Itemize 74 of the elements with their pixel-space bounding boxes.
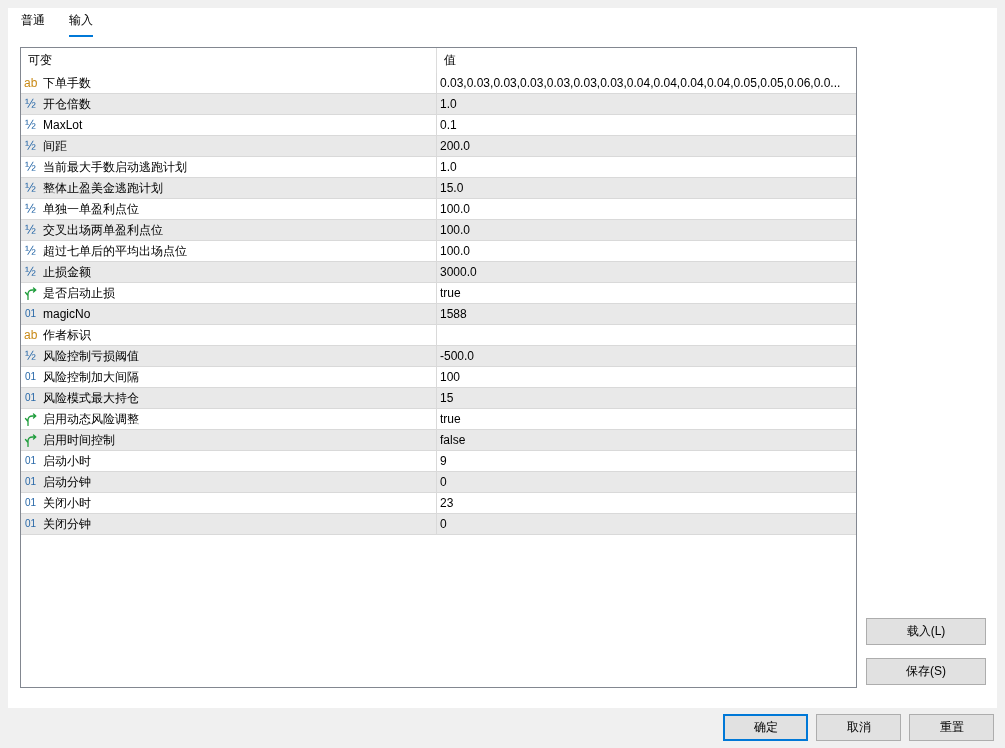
type-icon: ½ bbox=[24, 181, 37, 195]
param-value[interactable]: 200.0 bbox=[440, 139, 471, 153]
param-value[interactable]: 100 bbox=[440, 370, 461, 384]
branch-arrow-icon bbox=[24, 433, 37, 447]
dialog-button[interactable]: 保存(S) bbox=[866, 658, 986, 685]
param-name: 超过七单后的平均出场点位 bbox=[43, 242, 187, 260]
param-value[interactable]: 1588 bbox=[440, 307, 467, 321]
param-name: 关闭小时 bbox=[43, 494, 91, 512]
column-header: 值 bbox=[444, 52, 456, 69]
dialog-button[interactable]: 取消 bbox=[816, 714, 901, 741]
dialog-button[interactable]: 重置 bbox=[909, 714, 994, 741]
param-name: 止损金额 bbox=[43, 263, 91, 281]
param-name: 整体止盈美金逃跑计划 bbox=[43, 179, 163, 197]
tab[interactable]: 输入 bbox=[69, 12, 93, 37]
param-value[interactable]: 100.0 bbox=[440, 202, 471, 216]
param-name: 是否启动止损 bbox=[43, 284, 115, 302]
type-icon: 01 bbox=[24, 391, 37, 405]
type-icon: ½ bbox=[24, 160, 37, 174]
type-icon: ½ bbox=[24, 139, 37, 153]
type-icon: 01 bbox=[24, 475, 37, 489]
param-value[interactable]: 15.0 bbox=[440, 181, 464, 195]
param-value[interactable]: 0 bbox=[440, 517, 447, 531]
param-name: 风险控制亏损阈值 bbox=[43, 347, 139, 365]
param-name: 交叉出场两单盈利点位 bbox=[43, 221, 163, 239]
type-icon: ab bbox=[24, 328, 37, 342]
param-value[interactable]: 3000.0 bbox=[440, 265, 477, 279]
param-value[interactable]: 0 bbox=[440, 475, 447, 489]
branch-arrow-icon bbox=[24, 412, 37, 426]
type-icon: 01 bbox=[24, 454, 37, 468]
param-name: 风险控制加大间隔 bbox=[43, 368, 139, 386]
param-name: 间距 bbox=[43, 137, 67, 155]
type-icon: 01 bbox=[24, 370, 37, 384]
type-icon: ½ bbox=[24, 265, 37, 279]
param-name: 启用时间控制 bbox=[43, 431, 115, 449]
tab[interactable]: 普通 bbox=[21, 12, 45, 37]
param-value[interactable]: 1.0 bbox=[440, 97, 457, 111]
type-icon: ½ bbox=[24, 97, 37, 111]
param-value[interactable]: 9 bbox=[440, 454, 447, 468]
type-icon: ½ bbox=[24, 223, 37, 237]
param-value[interactable]: -500.0 bbox=[440, 349, 475, 363]
param-value[interactable]: 15 bbox=[440, 391, 454, 405]
param-name: 关闭分钟 bbox=[43, 515, 91, 533]
type-icon: ½ bbox=[24, 244, 37, 258]
param-value[interactable]: 23 bbox=[440, 496, 454, 510]
param-value[interactable]: 100.0 bbox=[440, 244, 471, 258]
param-value[interactable]: 1.0 bbox=[440, 160, 457, 174]
param-name: 作者标识 bbox=[43, 326, 91, 344]
param-name: 单独一单盈利点位 bbox=[43, 200, 139, 218]
type-icon: ½ bbox=[24, 202, 37, 216]
param-value[interactable]: true bbox=[440, 286, 461, 300]
dialog-button[interactable]: 载入(L) bbox=[866, 618, 986, 645]
type-icon: 01 bbox=[24, 307, 37, 321]
param-name: 启动小时 bbox=[43, 452, 91, 470]
column-header: 可变 bbox=[28, 52, 52, 69]
param-name: 启动分钟 bbox=[43, 473, 91, 491]
branch-arrow-icon bbox=[24, 286, 37, 300]
type-icon: 01 bbox=[24, 496, 37, 510]
param-value[interactable]: true bbox=[440, 412, 461, 426]
param-name: magicNo bbox=[43, 307, 91, 321]
param-name: 下单手数 bbox=[43, 74, 91, 92]
param-name: 当前最大手数启动逃跑计划 bbox=[43, 158, 187, 176]
param-name: 开仓倍数 bbox=[43, 95, 91, 113]
type-icon: ab bbox=[24, 76, 37, 90]
param-value[interactable]: 100.0 bbox=[440, 223, 471, 237]
dialog-button[interactable]: 确定 bbox=[723, 714, 808, 741]
type-icon: 01 bbox=[24, 517, 37, 531]
param-value[interactable]: false bbox=[440, 433, 466, 447]
param-value[interactable]: 0.03,0.03,0.03,0.03,0.03,0.03,0.03,0.04,0.04,0.04,0.04,0.05,0.05,0.06,0.0... bbox=[440, 76, 841, 90]
type-icon: ½ bbox=[24, 349, 37, 363]
param-value[interactable]: 0.1 bbox=[440, 118, 457, 132]
param-name: 启用动态风险调整 bbox=[43, 410, 139, 428]
param-name: MaxLot bbox=[43, 118, 83, 132]
param-name: 风险模式最大持仓 bbox=[43, 389, 139, 407]
type-icon: ½ bbox=[24, 118, 37, 132]
